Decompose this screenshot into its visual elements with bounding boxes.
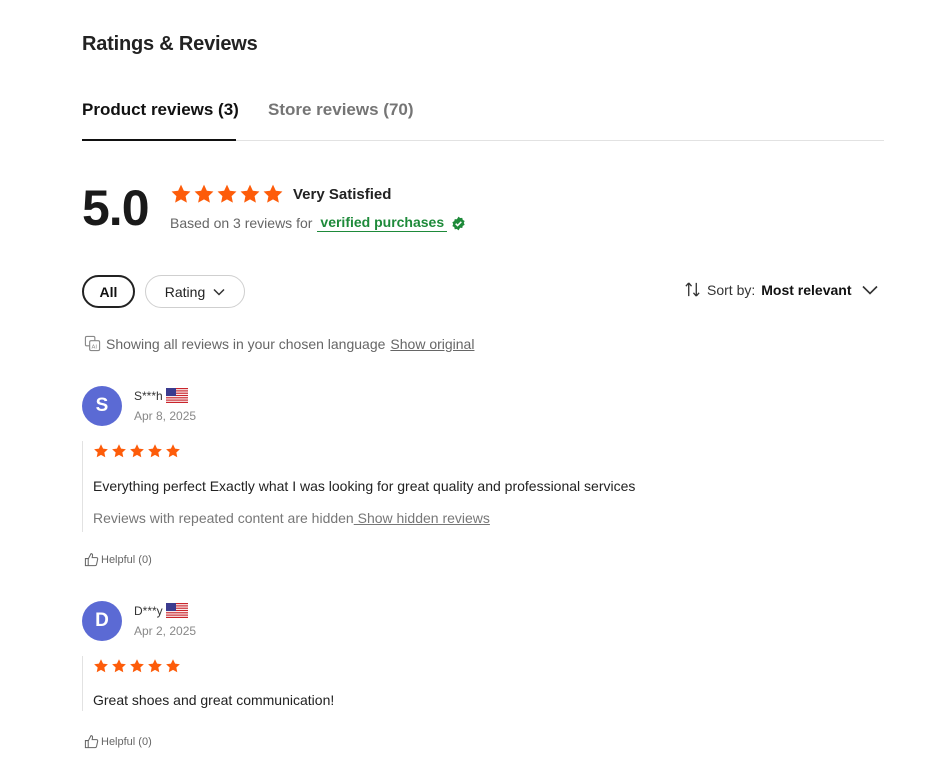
helpful-button[interactable]: Helpful (0): [84, 552, 152, 567]
tab-store-reviews[interactable]: Store reviews (70): [268, 100, 414, 120]
review-body: Everything perfect Exactly what I was lo…: [82, 441, 635, 532]
star-icon: [239, 183, 261, 205]
star-icon: [129, 443, 145, 459]
star-icon: [111, 658, 127, 674]
sort-arrows-icon: [685, 282, 700, 297]
active-tab-indicator: [82, 139, 236, 141]
reviewer-name-row: S***h: [134, 388, 188, 403]
avatar: S: [82, 386, 122, 426]
chevron-down-icon: [213, 288, 225, 296]
section-title: Ratings & Reviews: [82, 33, 258, 55]
sort-value: Most relevant: [761, 281, 852, 298]
show-hidden-reviews-link[interactable]: Show hidden reviews: [354, 510, 490, 526]
star-icon: [165, 658, 181, 674]
helpful-label: Helpful (0): [101, 553, 152, 566]
reviewer-name: D***y: [134, 603, 163, 618]
star-icon: [93, 443, 109, 459]
star-icon: [147, 658, 163, 674]
average-score: 5.0: [82, 180, 150, 236]
review-date: Apr 2, 2025: [134, 624, 197, 638]
chevron-down-icon: [861, 285, 878, 295]
filter-all-label: All: [99, 283, 118, 300]
tab-product-reviews[interactable]: Product reviews (3): [82, 100, 239, 120]
language-notice: AI Showing all reviews in your chosen la…: [84, 335, 474, 352]
thumbs-up-icon: [84, 735, 99, 749]
filter-all-button[interactable]: All: [82, 275, 135, 308]
hidden-reviews-notice: Reviews with repeated content are hidden…: [93, 510, 635, 526]
star-icon: [93, 658, 109, 674]
verified-purchases-link[interactable]: verified purchases: [317, 214, 448, 232]
star-icon: [111, 443, 127, 459]
helpful-button[interactable]: Helpful (0): [84, 734, 152, 749]
reviewer-name-row: D***y: [134, 603, 188, 618]
review-text: Everything perfect Exactly what I was lo…: [93, 478, 636, 494]
star-icon: [193, 183, 215, 205]
reviewer-name: S***h: [134, 388, 163, 403]
avatar: D: [82, 601, 122, 641]
star-icon: [262, 183, 284, 205]
star-icon: [170, 183, 192, 205]
thumbs-up-icon: [84, 553, 99, 567]
language-notice-text: Showing all reviews in your chosen langu…: [106, 335, 386, 352]
review-star-rating: [93, 658, 334, 674]
translate-icon: AI: [84, 335, 101, 352]
sort-label: Sort by:: [707, 281, 756, 298]
star-icon: [165, 443, 181, 459]
star-icon: [216, 183, 238, 205]
filter-rating-dropdown[interactable]: Rating: [145, 275, 245, 308]
summary-star-rating: [170, 183, 284, 205]
hidden-reviews-text: Reviews with repeated content are hidden: [93, 510, 354, 526]
show-original-link[interactable]: Show original: [390, 336, 474, 352]
based-on-line: Based on 3 reviews for verified purchase…: [170, 214, 466, 232]
star-icon: [129, 658, 145, 674]
review-star-rating: [93, 443, 635, 459]
review-body: Great shoes and great communication!: [82, 656, 334, 711]
us-flag-icon: [166, 603, 188, 618]
filter-rating-label: Rating: [164, 283, 206, 300]
svg-text:AI: AI: [92, 345, 98, 351]
review-text: Great shoes and great communication!: [93, 692, 335, 708]
helpful-label: Helpful (0): [101, 735, 152, 748]
review-date: Apr 8, 2025: [134, 409, 197, 423]
us-flag-icon: [166, 388, 188, 403]
verified-badge-icon: [451, 216, 466, 231]
star-icon: [147, 443, 163, 459]
satisfaction-label: Very Satisfied: [293, 186, 392, 203]
sort-control[interactable]: Sort by: Most relevant: [684, 281, 878, 298]
based-on-text: Based on 3 reviews for: [170, 215, 313, 231]
